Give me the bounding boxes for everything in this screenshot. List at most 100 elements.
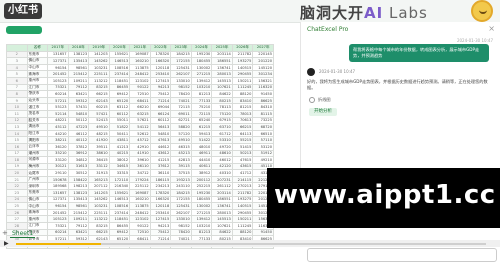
table-cell[interactable]: 86625 — [252, 96, 274, 105]
table-cell[interactable]: 71214 — [149, 96, 172, 105]
table-cell[interactable]: 195230 — [190, 50, 213, 59]
table-cell[interactable]: 66215 — [231, 123, 254, 131]
table-cell[interactable]: 262107 — [170, 208, 192, 217]
table-cell[interactable]: 60112 — [108, 109, 131, 118]
table-cell[interactable]: 123102 — [129, 76, 151, 85]
table-cell[interactable]: 36110 — [129, 162, 151, 171]
table-cell[interactable]: 33120 — [47, 156, 69, 164]
table-cell[interactable]: 59413 — [190, 129, 213, 138]
row-number[interactable]: 2 — [6, 50, 28, 59]
table-cell[interactable]: 74021 — [170, 96, 192, 105]
table-cell[interactable]: 54112 — [129, 123, 151, 131]
table-cell[interactable]: 108516 — [108, 63, 131, 72]
table-cell[interactable]: 252215 — [190, 182, 213, 191]
table-cell[interactable]: 113875 — [129, 63, 151, 72]
start-analysis-button[interactable]: 开始分析 — [309, 108, 337, 116]
table-cell[interactable]: 130002 — [190, 202, 213, 210]
table-cell[interactable]: 53310 — [211, 136, 233, 144]
table-cell[interactable]: 34615 — [108, 162, 131, 171]
table-cell[interactable]: 215412 — [67, 208, 90, 217]
table-cell[interactable]: 86455 — [108, 222, 131, 230]
row-number[interactable]: 17 — [6, 149, 28, 158]
table-cell[interactable]: 44210 — [47, 129, 69, 138]
table-cell[interactable]: 75412 — [149, 228, 172, 237]
city-name-cell[interactable]: 中山市 — [26, 63, 49, 72]
table-cell[interactable]: 51822 — [108, 123, 131, 131]
table-cell[interactable]: 37515 — [170, 169, 192, 177]
table-cell[interactable]: 55215 — [231, 136, 254, 144]
table-cell[interactable]: 301234 — [252, 70, 274, 78]
table-cell[interactable]: 46112 — [67, 129, 90, 138]
table-cell[interactable]: 42813 — [170, 156, 192, 164]
column-header[interactable] — [6, 44, 28, 52]
table-cell[interactable]: 50213 — [231, 149, 254, 158]
table-cell[interactable]: 38610 — [88, 149, 110, 158]
table-cell[interactable]: 51912 — [252, 149, 274, 158]
table-cell[interactable]: 34712 — [129, 169, 151, 177]
table-cell[interactable]: 66510 — [252, 129, 274, 138]
table-cell[interactable]: 237414 — [108, 208, 131, 217]
row-number[interactable]: 19 — [6, 162, 28, 171]
table-cell[interactable]: 169087 — [129, 50, 151, 59]
row-number[interactable]: 10 — [6, 103, 28, 111]
city-name-cell[interactable]: 潮州市 — [26, 149, 49, 158]
table-cell[interactable]: 48221 — [47, 116, 69, 125]
table-cell[interactable]: 65120 — [108, 96, 131, 105]
sheet-tab[interactable]: Sheet1 — [10, 230, 36, 238]
table-cell[interactable]: 113212 — [88, 76, 110, 85]
table-cell[interactable]: 94213 — [149, 83, 172, 92]
table-cell[interactable]: 146513 — [108, 57, 131, 65]
add-sheet-button[interactable]: + — [2, 229, 8, 237]
table-cell[interactable]: 116320 — [252, 83, 274, 92]
table-cell[interactable]: 43615 — [231, 162, 254, 171]
table-cell[interactable]: 78113 — [211, 103, 233, 111]
table-cell[interactable]: 37612 — [149, 162, 172, 171]
table-cell[interactable]: 127371 — [47, 195, 69, 204]
table-cell[interactable]: 68411 — [129, 96, 151, 105]
table-cell[interactable]: 271215 — [190, 70, 213, 78]
column-header[interactable]: 2023年 — [170, 44, 192, 52]
table-cell[interactable]: 160210 — [129, 57, 151, 65]
table-cell[interactable]: 140515 — [231, 202, 254, 210]
row-number[interactable]: 11 — [6, 109, 28, 118]
city-name-cell[interactable]: 湛江市 — [26, 103, 49, 111]
table-cell[interactable]: 103231 — [88, 202, 110, 210]
table-cell[interactable]: 49720 — [211, 142, 233, 151]
city-name-cell[interactable]: 东莞市 — [26, 50, 49, 59]
row-number[interactable]: 13 — [6, 123, 28, 131]
table-cell[interactable]: 37812 — [67, 142, 90, 151]
row-number[interactable]: 9 — [6, 96, 28, 105]
city-name-cell[interactable]: 汕头市 — [26, 96, 49, 105]
chart-option-radio[interactable]: 折线图 — [309, 97, 331, 103]
table-cell[interactable]: 225111 — [88, 208, 110, 217]
table-cell[interactable]: 66215 — [88, 228, 110, 237]
table-cell[interactable]: 225112 — [129, 182, 151, 191]
table-cell[interactable]: 47223 — [67, 123, 90, 131]
table-cell[interactable]: 120118 — [149, 202, 172, 210]
table-cell[interactable]: 198213 — [67, 182, 90, 191]
table-cell[interactable]: 46012 — [211, 156, 233, 164]
table-cell[interactable]: 280013 — [211, 70, 233, 78]
table-cell[interactable]: 31913 — [88, 169, 110, 177]
table-cell[interactable]: 58820 — [170, 123, 192, 131]
table-cell[interactable]: 40611 — [190, 162, 213, 171]
table-cell[interactable]: 111245 — [231, 83, 254, 92]
table-cell[interactable]: 203114 — [211, 50, 233, 59]
table-cell[interactable]: 123102 — [129, 215, 151, 224]
table-cell[interactable]: 78420 — [170, 228, 192, 237]
table-cell[interactable]: 60214 — [47, 90, 69, 98]
table-cell[interactable]: 145120 — [252, 63, 274, 72]
table-cell[interactable]: 81213 — [190, 228, 213, 237]
table-cell[interactable]: 33112 — [88, 162, 110, 171]
city-name-cell[interactable]: 佛山市 — [26, 57, 49, 65]
table-cell[interactable]: 248412 — [129, 70, 151, 78]
table-cell[interactable]: 131657 — [47, 189, 69, 197]
table-cell[interactable]: 84310 — [252, 103, 274, 111]
table-cell[interactable]: 145513 — [211, 76, 233, 85]
table-cell[interactable]: 133010 — [170, 215, 192, 224]
table-cell[interactable]: 75321 — [47, 222, 69, 230]
table-cell[interactable]: 91450 — [252, 228, 274, 237]
table-cell[interactable]: 186551 — [211, 195, 233, 204]
table-cell[interactable]: 180455 — [190, 57, 213, 65]
table-cell[interactable]: 90122 — [129, 222, 151, 230]
